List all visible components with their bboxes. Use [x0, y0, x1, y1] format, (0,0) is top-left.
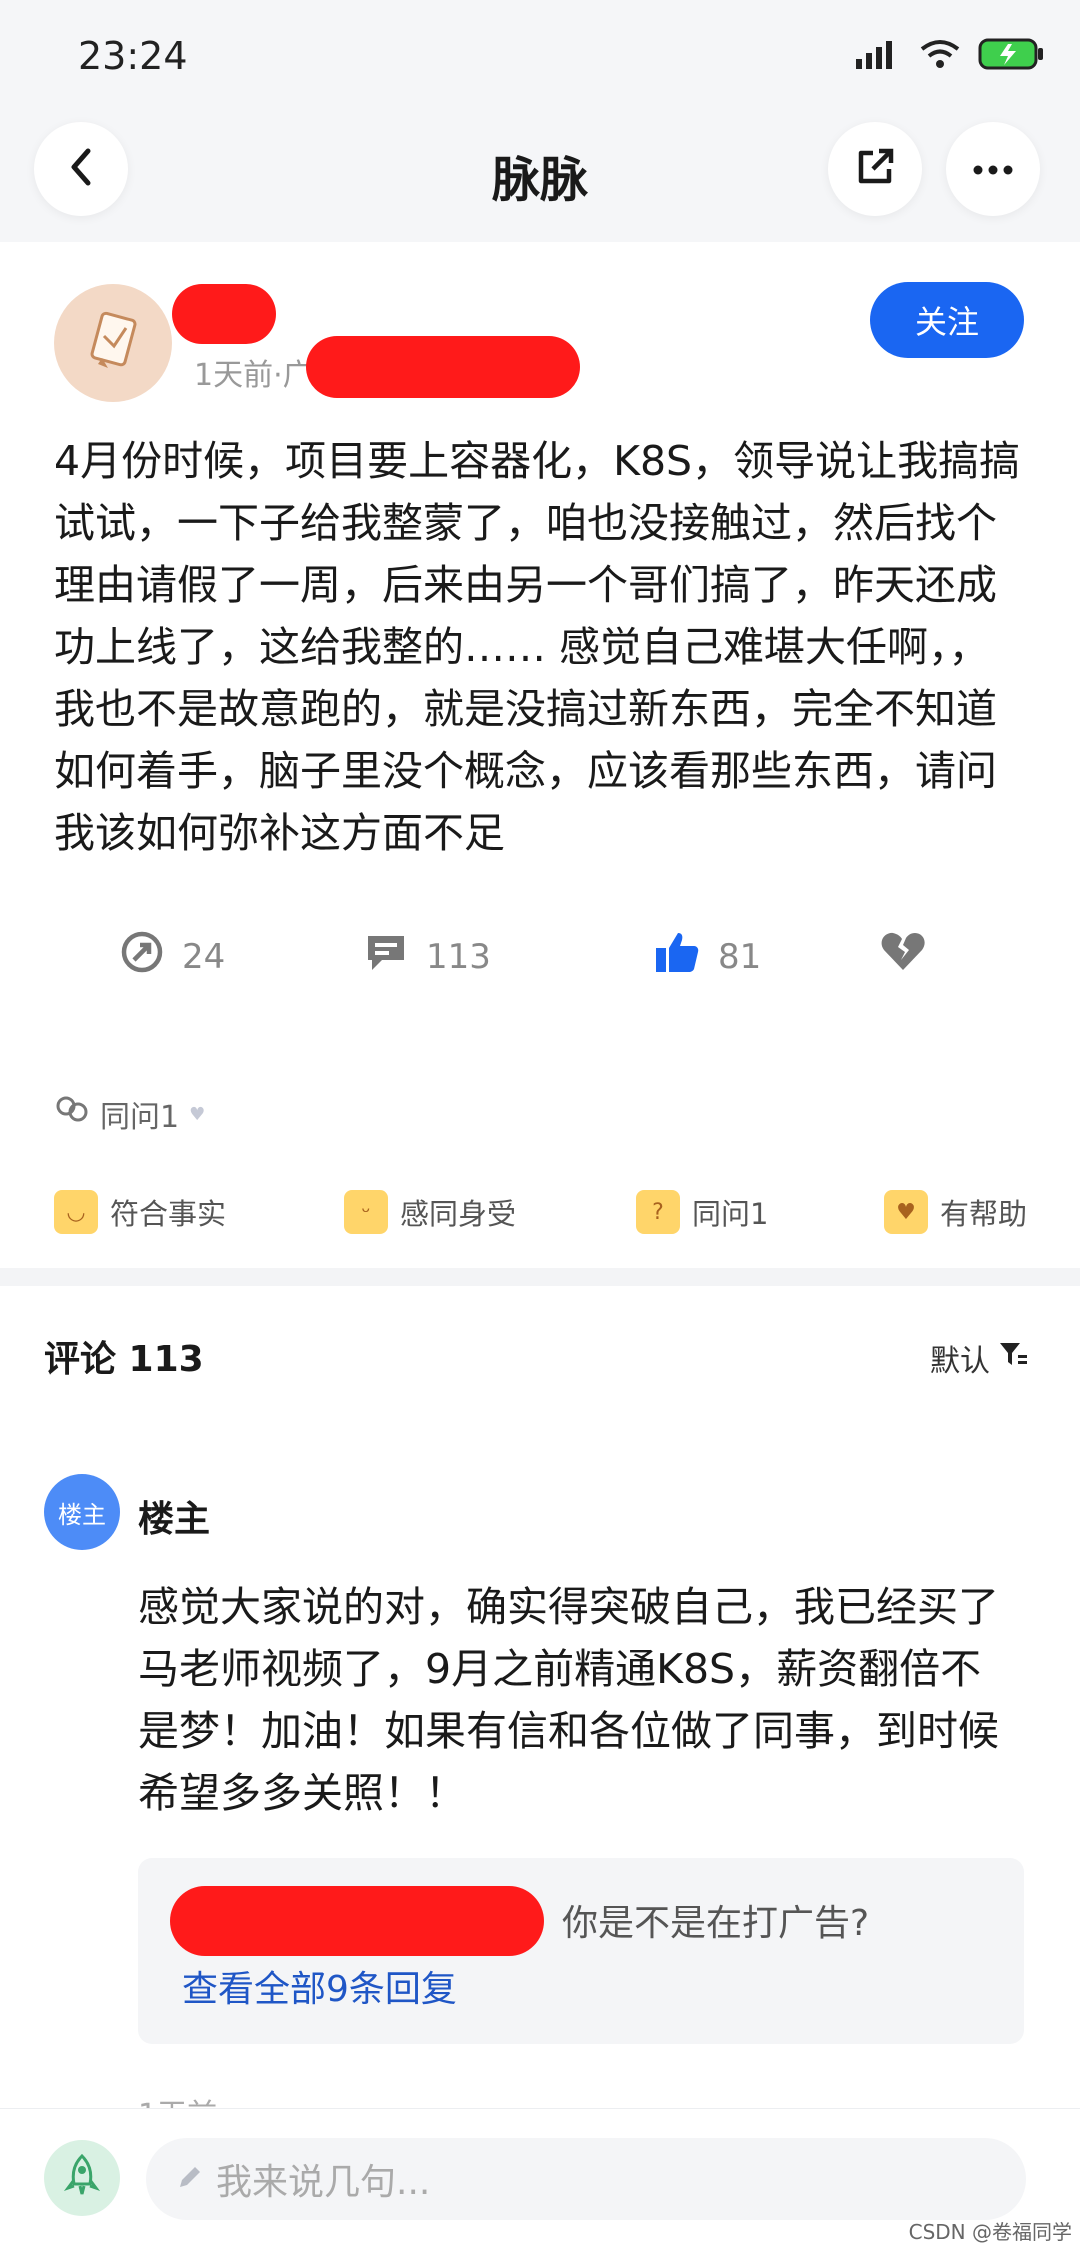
- follow-button[interactable]: 关注: [870, 282, 1024, 358]
- section-divider: [0, 1268, 1080, 1286]
- redacted-author-name: [172, 284, 276, 344]
- reaction-label: 同问1: [692, 1197, 769, 1231]
- post-body: 4月份时候，项目要上容器化，K8S，领导说让我搞搞试试，一下子给我整蒙了，咱也没…: [54, 437, 1021, 857]
- filter-icon: [998, 1339, 1028, 1377]
- reaction-same-ask[interactable]: ? 同问1: [636, 1190, 768, 1234]
- heart-small-icon: ♥: [189, 1103, 206, 1125]
- reaction-label: 符合事实: [110, 1197, 227, 1231]
- forward-count: 24: [182, 936, 226, 977]
- forward-icon: [120, 930, 164, 983]
- reaction-fact[interactable]: ◡ 符合事实: [54, 1190, 226, 1234]
- sort-label: 默认: [930, 1344, 990, 1379]
- reaction-label: 感同身受: [400, 1197, 517, 1231]
- share-external-icon: [855, 147, 895, 191]
- comment-count: 113: [426, 936, 491, 977]
- dislike-action[interactable]: [880, 930, 926, 981]
- status-icons: [856, 38, 1044, 74]
- signal-icon: [856, 39, 902, 73]
- share-button[interactable]: [828, 122, 922, 216]
- forward-action[interactable]: 24: [120, 930, 225, 983]
- broken-heart-icon: [880, 930, 926, 981]
- same-ask[interactable]: 同问1 ♥: [54, 1092, 205, 1136]
- op-avatar[interactable]: 楼主: [44, 1474, 120, 1550]
- pencil-avatar-icon: [78, 306, 148, 380]
- view-all-replies-link[interactable]: 查看全部9条回复: [182, 1960, 457, 2012]
- heart-eyes-emoji-icon: ♥: [884, 1190, 928, 1234]
- thumbs-up-icon: [654, 930, 700, 983]
- reaction-empathy[interactable]: ᵕ 感同身受: [344, 1190, 516, 1234]
- author-avatar[interactable]: [54, 284, 172, 402]
- battery-icon: [978, 38, 1044, 74]
- sort-button[interactable]: 默认: [930, 1336, 1028, 1380]
- redacted-meta: [306, 336, 580, 398]
- more-icon: [973, 160, 1013, 179]
- user-avatar[interactable]: [44, 2140, 120, 2216]
- grin-emoji-icon: ᵕ: [344, 1190, 388, 1234]
- same-ask-icon: [54, 1092, 90, 1136]
- comments-title: 评论 113: [44, 1339, 204, 1380]
- reaction-helpful[interactable]: ♥ 有帮助: [884, 1190, 1027, 1234]
- watermark: CSDN @卷福同学: [908, 2220, 1072, 2244]
- same-ask-label: 同问1: [100, 1100, 180, 1135]
- op-name[interactable]: 楼主: [138, 1490, 210, 1542]
- comment-body: 感觉大家说的对，确实得突破自己，我已经买了马老师视频了，9月之前精通K8S，薪资…: [138, 1583, 999, 1817]
- comment-input[interactable]: 我来说几句...: [146, 2138, 1026, 2220]
- comment-input-placeholder: 我来说几句...: [216, 2162, 431, 2203]
- rocket-icon: [62, 2153, 102, 2202]
- smile-emoji-icon: ◡: [54, 1190, 98, 1234]
- reaction-label: 有帮助: [940, 1197, 1028, 1231]
- pencil-icon: [176, 2159, 204, 2200]
- reply-text: 你是不是在打广告?: [562, 1903, 870, 1944]
- more-button[interactable]: [946, 122, 1040, 216]
- like-count: 81: [718, 936, 762, 977]
- question-emoji-icon: ?: [636, 1190, 680, 1234]
- status-time: 23:24: [78, 34, 188, 78]
- comment-action[interactable]: 113: [364, 930, 491, 983]
- wifi-icon: [920, 39, 960, 73]
- like-action[interactable]: 81: [654, 930, 761, 983]
- redacted-reply-author: [170, 1886, 544, 1956]
- comment-icon: [364, 930, 408, 983]
- post-meta: 1天前·广: [194, 358, 313, 393]
